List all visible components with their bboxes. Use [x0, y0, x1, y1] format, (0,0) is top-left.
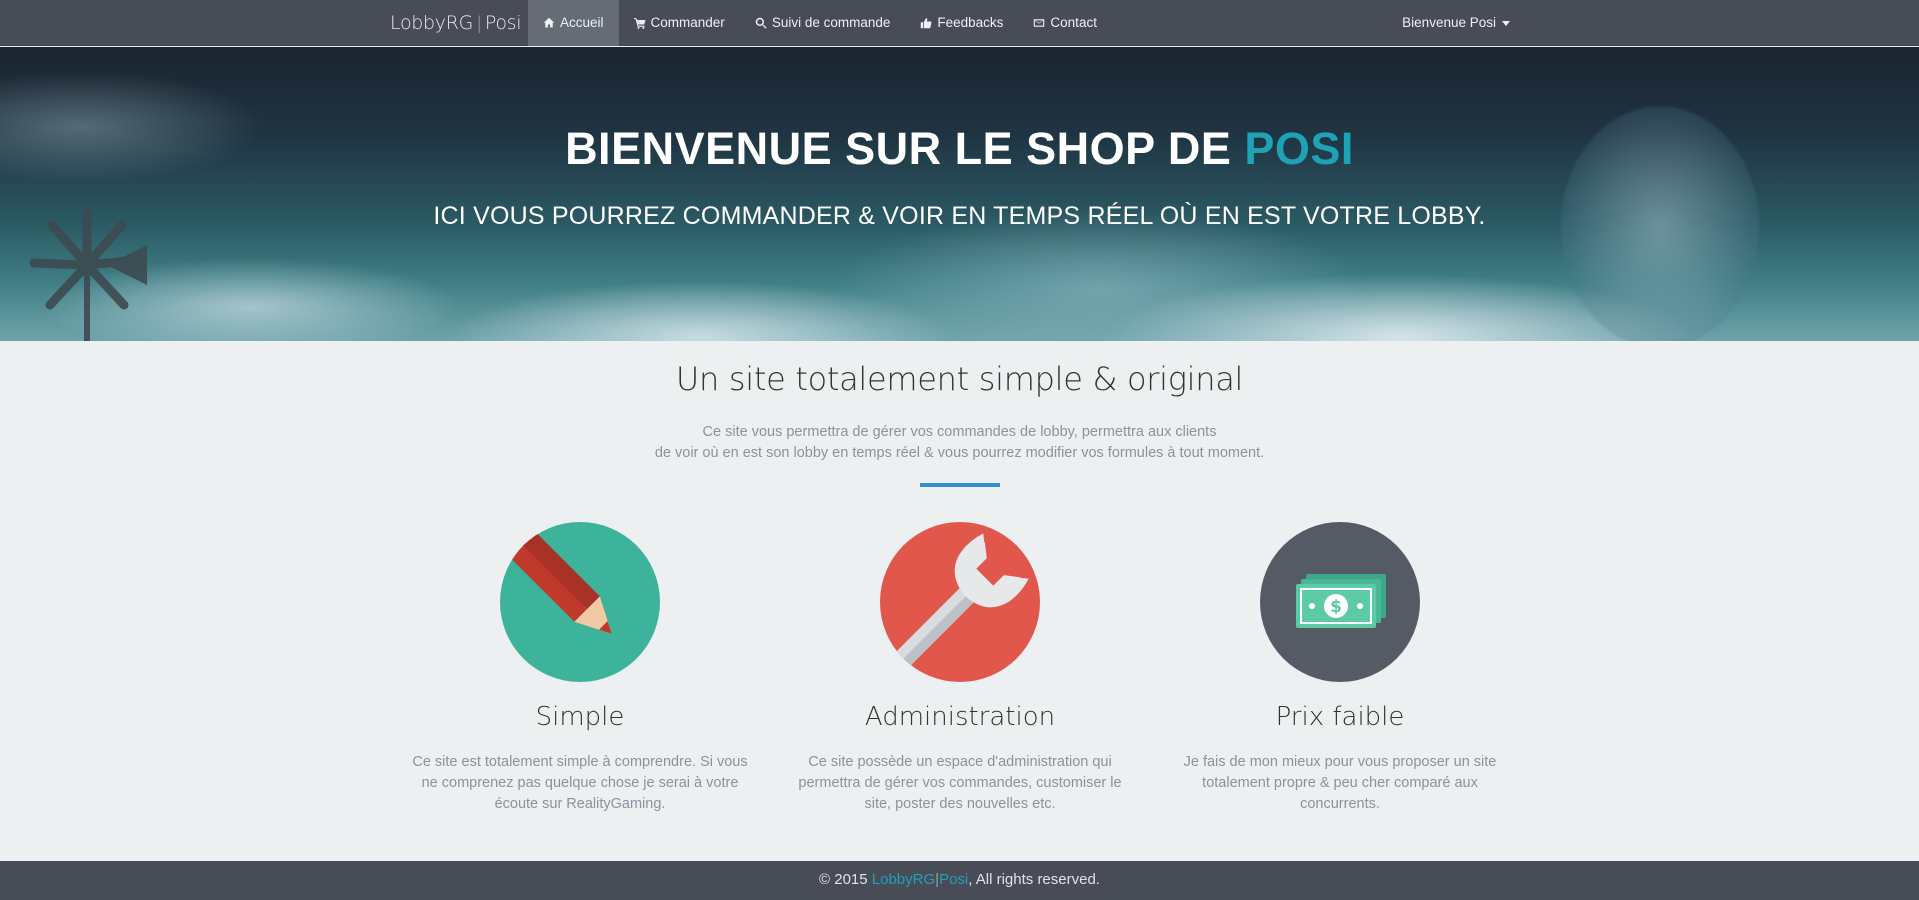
brand-logo[interactable]: LobbyRG | Posi [390, 0, 522, 46]
footer: © 2015 LobbyRG|Posi, All rights reserved… [0, 861, 1919, 900]
footer-copyright: © 2015 [819, 871, 872, 888]
feature-title: Simple [535, 702, 625, 732]
user-menu-dropdown[interactable]: Bienvenue Posi [1387, 0, 1525, 46]
nav-item-accueil[interactable]: Accueil [528, 0, 619, 46]
cart-icon [633, 18, 646, 29]
brand-left: LobbyRG [390, 12, 474, 34]
nav-item-commander[interactable]: Commander [619, 0, 740, 46]
envelope-icon [1034, 19, 1045, 27]
section-description-line: Ce site vous permettra de gérer vos comm… [702, 424, 1217, 440]
feature-prix-faible: $ Prix faible Je fais de mon mieux pour … [1160, 522, 1520, 815]
pencil-icon [503, 525, 612, 634]
feature-simple: Simple Ce site est totalement simple à c… [400, 522, 760, 815]
nav-item-suivi[interactable]: Suivi de commande [740, 0, 906, 46]
feature-icon-circle [880, 522, 1040, 682]
feature-text: Je fais de mon mieux pour vous proposer … [1183, 754, 1497, 812]
hero-title-main: BIENVENUE SUR LE SHOP DE [565, 123, 1245, 174]
wrench-icon [891, 533, 1029, 673]
nav-item-contact[interactable]: Contact [1018, 0, 1112, 46]
caret-down-icon [1502, 20, 1510, 26]
nav-item-label: Feedbacks [937, 15, 1004, 30]
hero-title-accent: POSI [1244, 123, 1354, 174]
nav-links: Accueil Commander Suivi de commande Feed… [528, 0, 1112, 46]
brand-right: Posi [484, 12, 522, 34]
feature-icon-circle: $ [1260, 522, 1420, 682]
search-icon [755, 17, 767, 29]
footer-rights: , All rights reserved. [968, 871, 1100, 888]
hero-banner: BIENVENUE SUR LE SHOP DE POSI ICI VOUS P… [0, 47, 1919, 341]
nav-item-label: Commander [650, 15, 725, 30]
brand-separator: | [476, 13, 482, 34]
hero-title: BIENVENUE SUR LE SHOP DE POSI [0, 123, 1919, 175]
section-description-line: de voir où en est son lobby en temps rée… [654, 445, 1265, 461]
nav-item-label: Accueil [560, 15, 604, 30]
feature-title: Prix faible [1275, 702, 1405, 732]
section-divider [920, 483, 1000, 487]
hero-subtitle: ICI VOUS POURREZ COMMANDER & VOIR EN TEM… [433, 202, 1486, 230]
navbar: LobbyRG | Posi Accueil Commander Suivi de … [0, 0, 1919, 46]
feature-title: Administration [864, 702, 1056, 732]
nav-item-feedbacks[interactable]: Feedbacks [905, 0, 1018, 46]
navbar-inner: LobbyRG | Posi Accueil Commander Suivi de … [375, 0, 1525, 46]
section-title: Un site totalement simple & original [675, 360, 1244, 398]
user-menu-label: Bienvenue Posi [1402, 15, 1496, 30]
section-description: Ce site vous permettra de gérer vos comm… [0, 422, 1919, 464]
footer-brand-left: LobbyRG [871, 871, 936, 888]
feature-text: Ce site est totalement simple à comprend… [412, 754, 748, 812]
svg-text:$: $ [1330, 597, 1342, 617]
thumbs-up-icon [921, 18, 932, 29]
feature-administration: Administration Ce site possède un espace… [780, 522, 1140, 815]
feature-icon-circle [500, 522, 660, 682]
nav-item-label: Contact [1050, 15, 1097, 30]
nav-item-label: Suivi de commande [771, 15, 891, 30]
footer-brand-right: Posi [939, 871, 969, 888]
money-icon: $ [1296, 574, 1386, 628]
footer-brand-link[interactable]: LobbyRG|Posi [872, 871, 968, 888]
home-icon [543, 17, 555, 28]
feature-text: Ce site possède un espace d'administrati… [798, 754, 1122, 812]
